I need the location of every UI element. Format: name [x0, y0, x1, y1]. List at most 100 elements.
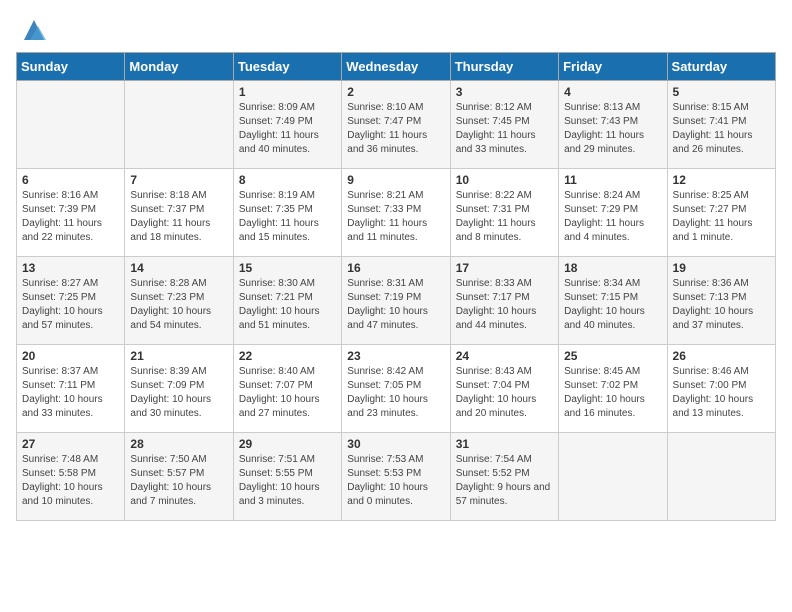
- day-info: Sunrise: 7:50 AM Sunset: 5:57 PM Dayligh…: [130, 453, 227, 509]
- calendar-day-14: 14 Sunrise: 8:28 AM Sunset: 7:23 PM Dayli…: [125, 257, 233, 345]
- calendar-week-row: 6 Sunrise: 8:16 AM Sunset: 7:39 PM Daylig…: [17, 169, 776, 257]
- logo-icon: [20, 16, 48, 44]
- day-info: Sunrise: 8:33 AM Sunset: 7:17 PM Dayligh…: [456, 277, 553, 333]
- calendar-day-25: 25 Sunrise: 8:45 AM Sunset: 7:02 PM Dayli…: [559, 345, 667, 433]
- empty-day-cell: [667, 433, 775, 521]
- day-number: 8: [239, 173, 336, 187]
- day-info: Sunrise: 8:19 AM Sunset: 7:35 PM Dayligh…: [239, 189, 336, 245]
- day-info: Sunrise: 8:31 AM Sunset: 7:19 PM Dayligh…: [347, 277, 444, 333]
- calendar-day-29: 29 Sunrise: 7:51 AM Sunset: 5:55 PM Dayli…: [233, 433, 341, 521]
- day-number: 28: [130, 437, 227, 451]
- day-number: 23: [347, 349, 444, 363]
- day-number: 4: [564, 85, 661, 99]
- day-number: 21: [130, 349, 227, 363]
- calendar-day-20: 20 Sunrise: 8:37 AM Sunset: 7:11 PM Dayli…: [17, 345, 125, 433]
- calendar-day-16: 16Sunrise: 8:31 AM Sunset: 7:19 PM Dayli…: [342, 257, 450, 345]
- day-number: 14: [130, 261, 227, 275]
- calendar-day-12: 12 Sunrise: 8:25 AM Sunset: 7:27 PM Dayli…: [667, 169, 775, 257]
- day-info: Sunrise: 8:46 AM Sunset: 7:00 PM Dayligh…: [673, 365, 770, 421]
- calendar-day-13: 13 Sunrise: 8:27 AM Sunset: 7:25 PM Dayli…: [17, 257, 125, 345]
- day-number: 12: [673, 173, 770, 187]
- day-info: Sunrise: 8:12 AM Sunset: 7:45 PM Dayligh…: [456, 101, 553, 157]
- calendar-day-4: 4 Sunrise: 8:13 AM Sunset: 7:43 PM Daylig…: [559, 81, 667, 169]
- day-info: Sunrise: 8:16 AM Sunset: 7:39 PM Dayligh…: [22, 189, 119, 245]
- day-info: Sunrise: 8:30 AM Sunset: 7:21 PM Dayligh…: [239, 277, 336, 333]
- day-info: Sunrise: 8:22 AM Sunset: 7:31 PM Dayligh…: [456, 189, 553, 245]
- day-number: 1: [239, 85, 336, 99]
- day-number: 25: [564, 349, 661, 363]
- calendar-day-7: 7Sunrise: 8:18 AM Sunset: 7:37 PM Daylig…: [125, 169, 233, 257]
- calendar-day-28: 28 Sunrise: 7:50 AM Sunset: 5:57 PM Dayli…: [125, 433, 233, 521]
- empty-day-cell: [125, 81, 233, 169]
- day-info: Sunrise: 7:54 AM Sunset: 5:52 PM Dayligh…: [456, 453, 553, 509]
- day-info: Sunrise: 8:27 AM Sunset: 7:25 PM Dayligh…: [22, 277, 119, 333]
- calendar-day-9: 9 Sunrise: 8:21 AM Sunset: 7:33 PM Daylig…: [342, 169, 450, 257]
- calendar-day-15: 15 Sunrise: 8:30 AM Sunset: 7:21 PM Dayli…: [233, 257, 341, 345]
- day-number: 2: [347, 85, 444, 99]
- day-number: 19: [673, 261, 770, 275]
- column-header-friday: Friday: [559, 53, 667, 81]
- day-number: 13: [22, 261, 119, 275]
- day-info: Sunrise: 7:48 AM Sunset: 5:58 PM Dayligh…: [22, 453, 119, 509]
- day-number: 30: [347, 437, 444, 451]
- column-header-tuesday: Tuesday: [233, 53, 341, 81]
- day-number: 11: [564, 173, 661, 187]
- day-info: Sunrise: 8:43 AM Sunset: 7:04 PM Dayligh…: [456, 365, 553, 421]
- day-number: 20: [22, 349, 119, 363]
- column-header-saturday: Saturday: [667, 53, 775, 81]
- calendar-day-18: 18Sunrise: 8:34 AM Sunset: 7:15 PM Dayli…: [559, 257, 667, 345]
- calendar-day-2: 2 Sunrise: 8:10 AM Sunset: 7:47 PM Daylig…: [342, 81, 450, 169]
- calendar-day-8: 8 Sunrise: 8:19 AM Sunset: 7:35 PM Daylig…: [233, 169, 341, 257]
- day-info: Sunrise: 8:37 AM Sunset: 7:11 PM Dayligh…: [22, 365, 119, 421]
- day-number: 22: [239, 349, 336, 363]
- column-header-monday: Monday: [125, 53, 233, 81]
- calendar-day-30: 30 Sunrise: 7:53 AM Sunset: 5:53 PM Dayli…: [342, 433, 450, 521]
- day-info: Sunrise: 8:18 AM Sunset: 7:37 PM Dayligh…: [130, 189, 227, 245]
- day-number: 26: [673, 349, 770, 363]
- day-number: 10: [456, 173, 553, 187]
- calendar-day-22: 22 Sunrise: 8:40 AM Sunset: 7:07 PM Dayli…: [233, 345, 341, 433]
- day-info: Sunrise: 8:45 AM Sunset: 7:02 PM Dayligh…: [564, 365, 661, 421]
- calendar-day-26: 26 Sunrise: 8:46 AM Sunset: 7:00 PM Dayli…: [667, 345, 775, 433]
- day-info: Sunrise: 8:42 AM Sunset: 7:05 PM Dayligh…: [347, 365, 444, 421]
- day-number: 29: [239, 437, 336, 451]
- day-info: Sunrise: 8:39 AM Sunset: 7:09 PM Dayligh…: [130, 365, 227, 421]
- day-info: Sunrise: 8:25 AM Sunset: 7:27 PM Dayligh…: [673, 189, 770, 245]
- calendar-day-23: 23 Sunrise: 8:42 AM Sunset: 7:05 PM Dayli…: [342, 345, 450, 433]
- calendar-day-10: 10 Sunrise: 8:22 AM Sunset: 7:31 PM Dayli…: [450, 169, 558, 257]
- calendar-day-5: 5Sunrise: 8:15 AM Sunset: 7:41 PM Daylig…: [667, 81, 775, 169]
- calendar-week-row: 20 Sunrise: 8:37 AM Sunset: 7:11 PM Dayli…: [17, 345, 776, 433]
- calendar-header-row: SundayMondayTuesdayWednesdayThursdayFrid…: [17, 53, 776, 81]
- empty-day-cell: [559, 433, 667, 521]
- day-info: Sunrise: 8:15 AM Sunset: 7:41 PM Dayligh…: [673, 101, 770, 157]
- calendar-week-row: 13 Sunrise: 8:27 AM Sunset: 7:25 PM Dayli…: [17, 257, 776, 345]
- day-info: Sunrise: 7:51 AM Sunset: 5:55 PM Dayligh…: [239, 453, 336, 509]
- day-info: Sunrise: 8:13 AM Sunset: 7:43 PM Dayligh…: [564, 101, 661, 157]
- calendar-week-row: 27 Sunrise: 7:48 AM Sunset: 5:58 PM Dayli…: [17, 433, 776, 521]
- calendar-week-row: 1Sunrise: 8:09 AM Sunset: 7:49 PM Daylig…: [17, 81, 776, 169]
- calendar-day-27: 27 Sunrise: 7:48 AM Sunset: 5:58 PM Dayli…: [17, 433, 125, 521]
- calendar-day-24: 24 Sunrise: 8:43 AM Sunset: 7:04 PM Dayli…: [450, 345, 558, 433]
- column-header-wednesday: Wednesday: [342, 53, 450, 81]
- calendar-day-21: 21 Sunrise: 8:39 AM Sunset: 7:09 PM Dayli…: [125, 345, 233, 433]
- day-info: Sunrise: 8:28 AM Sunset: 7:23 PM Dayligh…: [130, 277, 227, 333]
- calendar-day-17: 17 Sunrise: 8:33 AM Sunset: 7:17 PM Dayli…: [450, 257, 558, 345]
- day-number: 9: [347, 173, 444, 187]
- day-number: 15: [239, 261, 336, 275]
- day-info: Sunrise: 8:40 AM Sunset: 7:07 PM Dayligh…: [239, 365, 336, 421]
- day-number: 27: [22, 437, 119, 451]
- calendar-day-19: 19Sunrise: 8:36 AM Sunset: 7:13 PM Dayli…: [667, 257, 775, 345]
- day-number: 17: [456, 261, 553, 275]
- calendar-day-1: 1Sunrise: 8:09 AM Sunset: 7:49 PM Daylig…: [233, 81, 341, 169]
- column-header-thursday: Thursday: [450, 53, 558, 81]
- day-number: 18: [564, 261, 661, 275]
- day-number: 31: [456, 437, 553, 451]
- day-number: 24: [456, 349, 553, 363]
- day-number: 3: [456, 85, 553, 99]
- day-info: Sunrise: 7:53 AM Sunset: 5:53 PM Dayligh…: [347, 453, 444, 509]
- calendar-day-11: 11Sunrise: 8:24 AM Sunset: 7:29 PM Dayli…: [559, 169, 667, 257]
- column-header-sunday: Sunday: [17, 53, 125, 81]
- day-number: 6: [22, 173, 119, 187]
- day-info: Sunrise: 8:21 AM Sunset: 7:33 PM Dayligh…: [347, 189, 444, 245]
- day-info: Sunrise: 8:10 AM Sunset: 7:47 PM Dayligh…: [347, 101, 444, 157]
